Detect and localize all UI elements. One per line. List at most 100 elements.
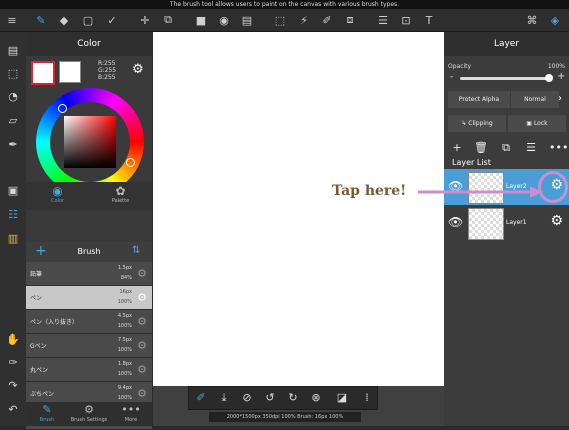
brush-settings-gear-icon[interactable]: ⚙ xyxy=(137,339,147,352)
brush-settings-gear-icon[interactable]: ⚙ xyxy=(137,387,147,400)
stamp-icon[interactable]: ⧈ xyxy=(342,12,358,28)
opacity-slider[interactable] xyxy=(460,77,548,80)
magic-check-icon[interactable]: ✓ xyxy=(104,12,120,28)
ring-cursor[interactable] xyxy=(58,104,67,113)
main-color-swatch[interactable] xyxy=(31,61,55,85)
wand-icon[interactable]: ⚡ xyxy=(296,12,312,28)
brush-opacity: 100% xyxy=(117,395,132,401)
redo-icon[interactable]: ↻ xyxy=(285,390,301,406)
sort-brush-button[interactable]: ⇅ xyxy=(132,245,140,256)
layer-panel-title: Layer xyxy=(444,32,569,56)
brush-tab-icon: ✎ xyxy=(42,403,52,416)
layer-more-icon[interactable]: ••• xyxy=(549,141,568,155)
brush-name: 丸ペン xyxy=(30,367,49,374)
tab-color[interactable]: ◉ Color xyxy=(26,184,89,204)
text-tool-icon[interactable]: T xyxy=(421,12,437,28)
no-select-icon[interactable]: ⊘ xyxy=(239,390,255,406)
hide-icon[interactable]: ⊗ xyxy=(308,390,324,406)
edit-icon[interactable]: ✐ xyxy=(319,12,335,28)
brush-size: 1.5px xyxy=(117,265,132,271)
clipping-button[interactable]: ↳ Clipping xyxy=(448,115,506,132)
color-panel-toggle-icon[interactable]: ▣ xyxy=(5,182,21,198)
selection-icon[interactable]: ⬚ xyxy=(5,65,21,81)
undo-icon[interactable]: ↶ xyxy=(5,401,21,417)
tab-brush[interactable]: ✎ Brush xyxy=(26,403,68,423)
layer-row-layer1[interactable]: 👁 Layer1 ⚙ xyxy=(444,205,569,241)
tab-more[interactable]: ••• More xyxy=(110,403,152,423)
opacity-slider-knob[interactable] xyxy=(545,74,553,82)
tab-palette[interactable]: ✿ Palette xyxy=(89,184,152,204)
layer-menu-icon[interactable]: ☰ xyxy=(524,141,538,155)
material-icon[interactable]: ⌘ xyxy=(524,12,540,28)
brush-size: 4.5px xyxy=(117,313,132,319)
select-rect-icon[interactable]: ▢ xyxy=(80,12,96,28)
eraser-tool-icon[interactable]: ◆ xyxy=(56,12,72,28)
opacity-minus[interactable]: - xyxy=(450,72,453,82)
undo-icon[interactable]: ↺ xyxy=(262,390,278,406)
hue-cursor[interactable] xyxy=(126,158,135,167)
layers-icon[interactable]: ◈ xyxy=(547,12,563,28)
brush-opacity: 84% xyxy=(120,275,132,281)
duplicate-layer-icon[interactable]: ⧉ xyxy=(499,141,513,155)
bucket-icon[interactable]: ◉ xyxy=(216,12,232,28)
protect-alpha-button[interactable]: Protect Alpha xyxy=(448,91,510,108)
material-palette-icon[interactable]: ▥ xyxy=(5,230,21,246)
blend-mode-button[interactable]: Normal xyxy=(511,91,559,108)
grid-icon[interactable]: ⁞ xyxy=(359,390,375,406)
pen-icon[interactable]: ✒ xyxy=(5,136,21,152)
color-wheel[interactable] xyxy=(36,88,144,196)
brush-row[interactable]: Gペン 7.5px 100% ⚙ xyxy=(26,334,152,358)
annotation-circle xyxy=(538,171,568,203)
snap-icon[interactable]: ◔ xyxy=(5,88,21,104)
gradient-icon[interactable]: ▤ xyxy=(239,12,255,28)
drawing-canvas[interactable] xyxy=(153,32,444,386)
pen-pressure-icon[interactable]: ✐ xyxy=(193,390,209,406)
brush-settings-gear-icon[interactable]: ⚙ xyxy=(137,291,147,304)
blend-mode-arrow[interactable]: › xyxy=(558,93,562,104)
brush-list-icon[interactable]: ☷ xyxy=(5,206,21,222)
brush-settings-gear-icon[interactable]: ⚙ xyxy=(137,267,147,280)
add-layer-icon[interactable]: + xyxy=(450,141,464,155)
tab-brush-label: Brush xyxy=(39,417,55,423)
layer-list-title: Layer List xyxy=(452,158,491,167)
frames-icon[interactable]: ☰ xyxy=(375,12,391,28)
move-icon[interactable]: ✛ xyxy=(137,12,153,28)
color-settings-gear-icon[interactable]: ⚙ xyxy=(132,63,146,77)
sub-color-swatch[interactable] xyxy=(59,61,81,83)
opacity-plus[interactable]: + xyxy=(557,71,565,82)
hue-ring[interactable] xyxy=(36,88,144,196)
saturation-value-square[interactable] xyxy=(64,116,116,168)
download-icon[interactable]: ⤓ xyxy=(216,390,232,406)
tab-brush-settings[interactable]: ⚙ Brush Settings xyxy=(68,403,110,423)
brush-settings-gear-icon[interactable]: ⚙ xyxy=(137,363,147,376)
ruler-icon[interactable]: ▱ xyxy=(5,112,21,128)
layer-panel: Layer Opacity 100% - + Protect Alpha Nor… xyxy=(444,32,569,426)
eye-icon[interactable]: 👁 xyxy=(448,215,463,229)
select-box-icon[interactable]: ⬚ xyxy=(272,12,288,28)
lock-button[interactable]: ▣ Lock xyxy=(508,115,566,132)
top-toolbar: ≡ ✎ ◆ ▢ ✓ ✛ ⧉ ■ ◉ ▤ ⬚ ⚡ ✐ ⧈ ☰ ⊡ T ⌘ ◈ xyxy=(0,9,569,32)
layer-settings-gear-icon[interactable]: ⚙ xyxy=(550,213,563,229)
brush-row[interactable]: ペン（入り抜き） 4.5px 100% ⚙ xyxy=(26,310,152,334)
brush-tool-icon[interactable]: ✎ xyxy=(33,12,49,28)
menu-icon[interactable]: ≡ xyxy=(4,12,20,28)
brush-size: 7.5px xyxy=(117,337,132,343)
delete-layer-icon[interactable]: 🗑 xyxy=(474,141,488,155)
brush-name: 鉛筆 xyxy=(30,271,43,278)
gallery-icon[interactable]: ▤ xyxy=(5,42,21,58)
transform-icon[interactable]: ⧉ xyxy=(160,12,176,28)
brush-row[interactable]: 丸ペン 1.8px 100% ⚙ xyxy=(26,358,152,382)
eyedropper-icon[interactable]: ✑ xyxy=(5,354,21,370)
hand-icon[interactable]: ✋ xyxy=(5,331,21,347)
color-tab-icon: ◉ xyxy=(52,184,63,198)
rotate-icon[interactable]: ◪ xyxy=(334,390,350,406)
redo-icon[interactable]: ↷ xyxy=(5,377,21,393)
panel-icon[interactable]: ⊡ xyxy=(398,12,414,28)
lock-icon: ▣ xyxy=(526,120,534,127)
brush-settings-gear-icon[interactable]: ⚙ xyxy=(137,315,147,328)
brush-row[interactable]: ペン 16px 100% ⚙ xyxy=(26,286,152,310)
tab-brush-settings-label: Brush Settings xyxy=(70,417,108,423)
brush-header: + Brush ⇅ xyxy=(26,242,152,263)
fill-color-icon[interactable]: ■ xyxy=(193,12,209,28)
brush-row[interactable]: 鉛筆 1.5px 84% ⚙ xyxy=(26,262,152,286)
